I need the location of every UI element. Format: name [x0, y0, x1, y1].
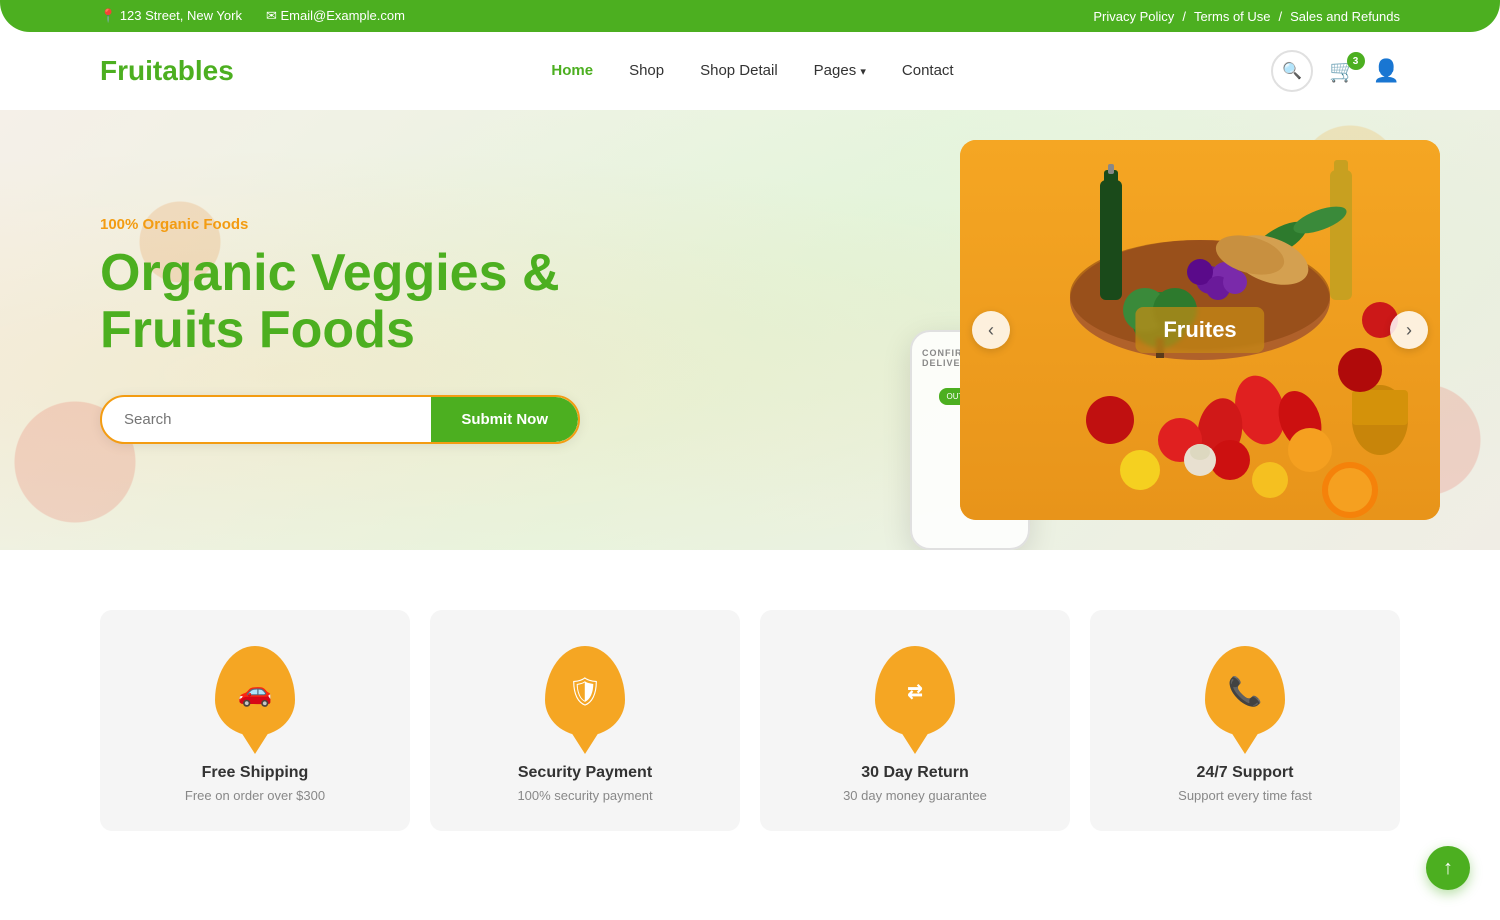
feature-icon-wrap-security: 🛡: [540, 646, 630, 746]
feature-icon-wrap-support: 📞: [1200, 646, 1290, 746]
hero-tag: 100% Organic Foods: [100, 216, 580, 233]
feature-title-shipping: Free Shipping: [202, 764, 309, 782]
nav-item-contact[interactable]: Contact: [902, 62, 954, 80]
cart-button[interactable]: 🛒 3: [1329, 58, 1356, 84]
shield-icon: 🛡: [567, 675, 603, 708]
feature-icon-wrap-return: ⇄: [870, 646, 960, 746]
slider-prev-button[interactable]: ‹: [972, 311, 1010, 349]
support-pin: 📞: [1205, 646, 1285, 736]
sales-refunds-link[interactable]: Sales and Refunds: [1290, 9, 1400, 24]
email: ✉ Email@Example.com: [266, 8, 405, 24]
cart-badge: 3: [1347, 52, 1365, 70]
hero-title: Organic Veggies & Fruits Foods: [100, 245, 580, 359]
slider-label: Fruites: [1135, 307, 1264, 353]
email-icon: ✉: [266, 8, 277, 23]
feature-card-support: 📞 24/7 Support Support every time fast: [1090, 610, 1400, 831]
arrow-up-icon: ↑: [1443, 857, 1453, 880]
hero-search-bar: Submit Now: [100, 395, 580, 444]
search-icon: 🔍: [1282, 61, 1302, 81]
return-pin: ⇄: [875, 646, 955, 736]
security-pin: 🛡: [545, 646, 625, 736]
nav-item-shop[interactable]: Shop: [629, 62, 664, 80]
feature-card-return: ⇄ 30 Day Return 30 day money guarantee: [760, 610, 1070, 831]
location-icon: 📍: [100, 8, 116, 23]
nav-item-pages[interactable]: Pages ▾: [814, 62, 866, 80]
fruits-illustration: Fruites ‹ ›: [960, 140, 1440, 520]
feature-title-return: 30 Day Return: [861, 764, 969, 782]
feature-title-security: Security Payment: [518, 764, 652, 782]
feature-desc-security: 100% security payment: [517, 788, 652, 803]
search-button[interactable]: 🔍: [1271, 50, 1313, 92]
feature-desc-shipping: Free on order over $300: [185, 788, 325, 803]
topbar-left: 📍 123 Street, New York ✉ Email@Example.c…: [100, 8, 405, 24]
user-button[interactable]: 👤: [1373, 58, 1400, 84]
features-grid: 🚗 Free Shipping Free on order over $300 …: [100, 610, 1400, 831]
phone-icon: 📞: [1228, 675, 1263, 708]
car-icon: 🚗: [238, 675, 273, 708]
feature-icon-wrap-shipping: 🚗: [210, 646, 300, 746]
pages-dropdown-icon: ▾: [860, 66, 866, 78]
feature-title-support: 24/7 Support: [1197, 764, 1294, 782]
topbar: 📍 123 Street, New York ✉ Email@Example.c…: [0, 0, 1500, 32]
privacy-policy-link[interactable]: Privacy Policy: [1093, 9, 1174, 24]
topbar-right: Privacy Policy / Terms of Use / Sales an…: [1093, 9, 1400, 24]
feature-card-security: 🛡 Security Payment 100% security payment: [430, 610, 740, 831]
exchange-icon: ⇄: [907, 676, 923, 706]
logo: Fruitables: [100, 55, 234, 87]
slider-next-button[interactable]: ›: [1390, 311, 1428, 349]
terms-link[interactable]: Terms of Use: [1194, 9, 1271, 24]
hero-fruit-panel: Fruites ‹ ›: [960, 140, 1440, 520]
address: 📍 123 Street, New York: [100, 8, 242, 24]
feature-desc-support: Support every time fast: [1178, 788, 1312, 803]
nav-right: 🔍 🛒 3 👤: [1271, 50, 1400, 92]
user-icon: 👤: [1373, 58, 1400, 83]
submit-button[interactable]: Submit Now: [431, 397, 578, 442]
nav-item-shop-detail[interactable]: Shop Detail: [700, 62, 778, 80]
features-section: 🚗 Free Shipping Free on order over $300 …: [0, 550, 1500, 871]
shipping-pin: 🚗: [215, 646, 295, 736]
nav-item-home[interactable]: Home: [551, 62, 593, 80]
nav-links: Home Shop Shop Detail Pages ▾ Contact: [551, 62, 953, 80]
hero-section: 100% Organic Foods Organic Veggies & Fru…: [0, 110, 1500, 550]
feature-card-shipping: 🚗 Free Shipping Free on order over $300: [100, 610, 410, 831]
navbar: Fruitables Home Shop Shop Detail Pages ▾…: [0, 32, 1500, 110]
hero-content: 100% Organic Foods Organic Veggies & Fru…: [0, 156, 680, 504]
feature-desc-return: 30 day money guarantee: [843, 788, 987, 803]
search-input[interactable]: [102, 397, 431, 442]
back-to-top-button[interactable]: ↑: [1426, 846, 1470, 890]
